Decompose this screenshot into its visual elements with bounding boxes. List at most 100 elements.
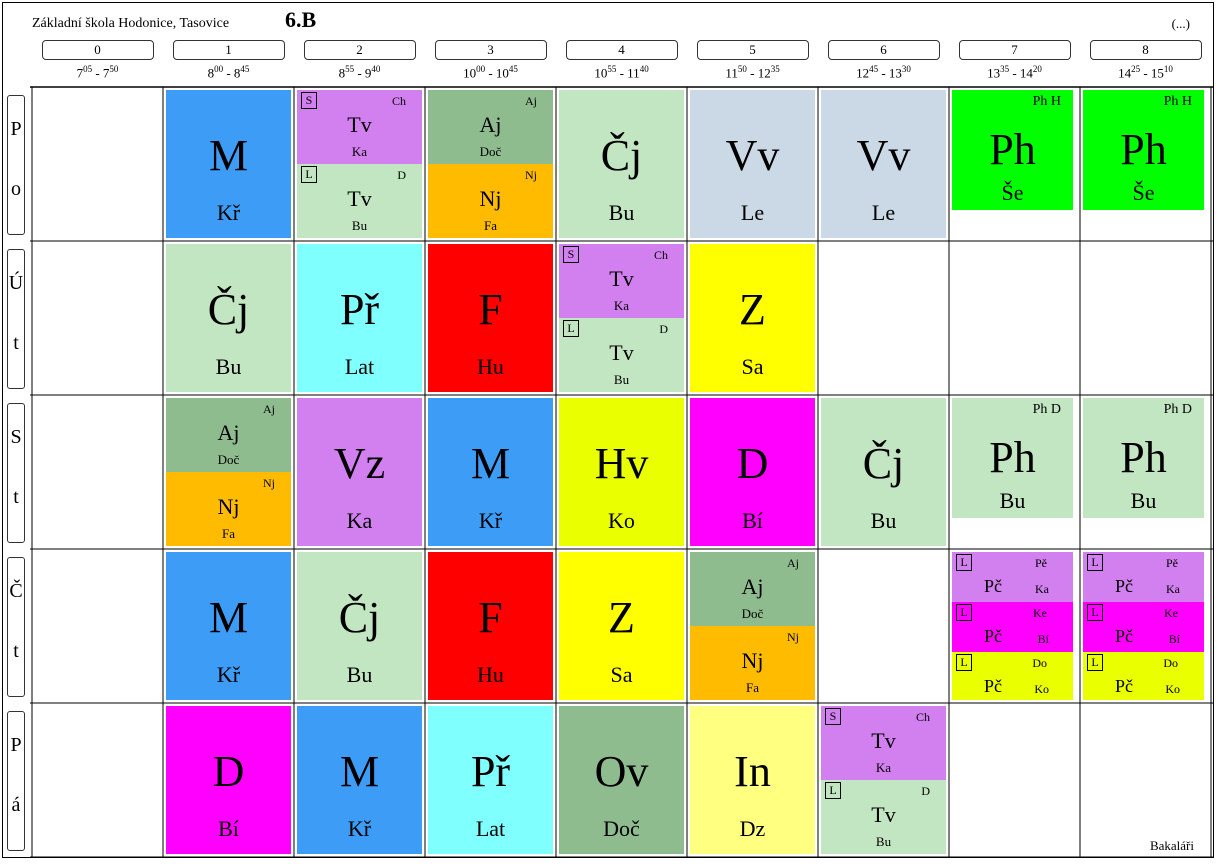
- lesson-cell[interactable]: Čj Bu: [297, 552, 422, 700]
- day-letter-2: á: [11, 794, 21, 816]
- period-5-button[interactable]: 5: [696, 40, 809, 60]
- lesson-third[interactable]: L Do Pč Ko: [952, 652, 1073, 700]
- lesson-subject: D: [212, 747, 245, 796]
- lesson-half[interactable]: L D Tv Bu: [297, 164, 422, 238]
- period-2-button[interactable]: 2: [303, 40, 416, 60]
- lesson-cell[interactable]: D Bí: [166, 706, 291, 854]
- lesson-cell[interactable]: F Hu: [428, 552, 553, 700]
- lesson-cell[interactable]: Ph H Ph Še: [1083, 90, 1208, 238]
- lesson-cell[interactable]: M Kř: [297, 706, 422, 854]
- lesson-group: Ph H: [1163, 94, 1192, 109]
- footer-brand: Bakaláři: [1149, 838, 1194, 853]
- lesson-cell[interactable]: F Hu: [428, 244, 553, 392]
- lesson-subject: Nj: [217, 494, 240, 519]
- lesson-cell[interactable]: Vv Le: [821, 90, 946, 238]
- lesson-third[interactable]: L Ke Pč Bí: [952, 602, 1073, 652]
- lesson-cell[interactable]: Vz Ka: [297, 398, 422, 546]
- period-to-hour: 10: [495, 65, 509, 81]
- group-tag: Nj: [525, 168, 537, 182]
- day-2-button[interactable]: St: [7, 403, 25, 543]
- day-1-button[interactable]: Út: [7, 249, 25, 389]
- period-7-button[interactable]: 7: [958, 40, 1071, 60]
- day-letter-1: P: [10, 734, 22, 756]
- lesson-cell[interactable]: Př Lat: [297, 244, 422, 392]
- lesson-cell[interactable]: Čj Bu: [559, 90, 684, 238]
- lesson-cell[interactable]: L Pě Pč Ka L Ke Pč Bí L Do Pč Ko: [952, 552, 1077, 700]
- lesson-teacher: Ko: [1034, 682, 1049, 696]
- lesson-cell[interactable]: Čj Bu: [821, 398, 946, 546]
- lesson-half[interactable]: Nj Nj Fa: [690, 626, 815, 700]
- lesson-half[interactable]: Aj Aj Doč: [428, 90, 553, 164]
- lesson-cell[interactable]: Ov Doč: [559, 706, 684, 854]
- lesson-cell[interactable]: M Kř: [166, 552, 291, 700]
- lesson-cell[interactable]: Ph D Ph Bu: [952, 398, 1077, 546]
- lesson-cell[interactable]: Aj Aj Doč Nj Nj Fa: [428, 90, 553, 238]
- group-tag: Ke: [1164, 606, 1178, 620]
- lesson-cell[interactable]: In Dz: [690, 706, 815, 854]
- lesson-subject: Z: [608, 593, 635, 642]
- lesson-subject: D: [736, 439, 769, 488]
- lesson-half[interactable]: Nj Nj Fa: [166, 472, 291, 546]
- lesson-cell[interactable]: Aj Aj Doč Nj Nj Fa: [690, 552, 815, 700]
- lesson-teacher: Fa: [746, 680, 759, 695]
- group-tag: Aj: [263, 402, 275, 416]
- lesson-half[interactable]: Aj Aj Doč: [690, 552, 815, 626]
- lesson-teacher: Doč: [217, 452, 240, 467]
- day-4-button[interactable]: Pá: [7, 711, 25, 851]
- lesson-cell[interactable]: D Bí: [690, 398, 815, 546]
- period-6-button[interactable]: 6: [827, 40, 940, 60]
- period-time-separator: -: [746, 65, 758, 81]
- lesson-cell[interactable]: Hv Ko: [559, 398, 684, 546]
- day-3-button[interactable]: Čt: [7, 557, 25, 697]
- period-from-minute: 00: [214, 64, 224, 74]
- lesson-half[interactable]: Nj Nj Fa: [428, 164, 553, 238]
- lesson-third[interactable]: L Ke Pč Bí: [1083, 602, 1204, 652]
- lesson-subject: Tv: [609, 266, 634, 291]
- lesson-cell[interactable]: S Ch Tv Ka L D Tv Bu: [821, 706, 946, 854]
- lesson-cell[interactable]: S Ch Tv Ka L D Tv Bu: [559, 244, 684, 392]
- lesson-half[interactable]: L D Tv Bu: [821, 780, 946, 854]
- lesson-group: Ph D: [1163, 402, 1192, 417]
- lesson-cell[interactable]: Př Lat: [428, 706, 553, 854]
- lesson-cell[interactable]: L Pě Pč Ka L Ke Pč Bí L Do Pč Ko: [1083, 552, 1208, 700]
- lesson-subject: Pč: [1115, 576, 1133, 596]
- period-0-button[interactable]: 0: [41, 40, 154, 60]
- lesson-half[interactable]: S Ch Tv Ka: [297, 90, 422, 164]
- lesson-block: Ph D Ph Bu: [1083, 398, 1204, 518]
- group-box: S: [825, 708, 841, 725]
- lesson-subject: Ph: [989, 433, 1036, 482]
- lesson-third[interactable]: L Do Pč Ko: [1083, 652, 1204, 700]
- lesson-cell[interactable]: Aj Aj Doč Nj Nj Fa: [166, 398, 291, 546]
- lesson-half[interactable]: S Ch Tv Ka: [821, 706, 946, 780]
- lesson-subject: Ph: [1120, 433, 1167, 482]
- day-letter-1: S: [10, 426, 22, 448]
- lesson-cell[interactable]: Ph H Ph Še: [952, 90, 1077, 238]
- lesson-third[interactable]: L Pě Pč Ka: [1083, 552, 1204, 602]
- lesson-cell[interactable]: S Ch Tv Ka L D Tv Bu: [297, 90, 422, 238]
- lesson-cell[interactable]: Z Sa: [690, 244, 815, 392]
- lesson-teacher: Bí: [1168, 632, 1180, 646]
- lesson-subject: Vv: [725, 131, 780, 180]
- lesson-half[interactable]: Aj Aj Doč: [166, 398, 291, 472]
- period-3-button[interactable]: 3: [434, 40, 547, 60]
- lesson-group: Ph D: [1032, 402, 1061, 417]
- lesson-third[interactable]: L Pě Pč Ka: [952, 552, 1073, 602]
- day-0-button[interactable]: Po: [7, 95, 25, 235]
- lesson-cell[interactable]: M Kř: [166, 90, 291, 238]
- group-tag: Nj: [263, 476, 275, 490]
- lesson-cell[interactable]: Čj Bu: [166, 244, 291, 392]
- lesson-cell[interactable]: Z Sa: [559, 552, 684, 700]
- period-1-button[interactable]: 1: [172, 40, 285, 60]
- period-4-button[interactable]: 4: [565, 40, 678, 60]
- lesson-cell[interactable]: M Kř: [428, 398, 553, 546]
- lesson-teacher: Bu: [1130, 488, 1157, 513]
- more-link[interactable]: (...): [1172, 16, 1190, 32]
- group-tag: Ch: [915, 710, 930, 724]
- lesson-half[interactable]: S Ch Tv Ka: [559, 244, 684, 318]
- lesson-cell[interactable]: Vv Le: [690, 90, 815, 238]
- period-8-button[interactable]: 8: [1089, 40, 1202, 60]
- lesson-half[interactable]: L D Tv Bu: [559, 318, 684, 392]
- lesson-cell[interactable]: Ph D Ph Bu: [1083, 398, 1208, 546]
- lesson-teacher: Bu: [215, 354, 242, 379]
- group-tag: Do: [1163, 656, 1178, 670]
